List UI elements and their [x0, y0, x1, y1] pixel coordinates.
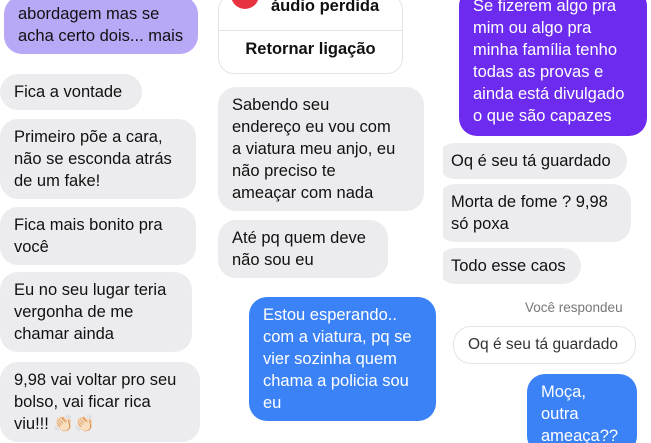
missed-call-title: áudio perdida [271, 0, 380, 15]
missed-call-card: áudio perdida Retornar ligação [218, 0, 403, 74]
received-message: Oq é seu tá guardado [443, 143, 627, 179]
reply-label: Você respondeu [525, 300, 623, 315]
received-message: Eu no seu lugar teria vergonha de me cha… [0, 272, 192, 352]
middle-chat-panel: áudio perdida Retornar ligação Sabendo s… [208, 0, 441, 443]
missed-call-header: áudio perdida [219, 0, 402, 31]
left-chat-panel: abordagem mas se acha certo dois... mais… [0, 0, 205, 443]
sent-message-partial: abordagem mas se acha certo dois... mais [4, 0, 198, 54]
received-message: Até pq quem deve não sou eu [218, 220, 388, 278]
received-message: Morta de fome ? 9,98 só poxa [443, 184, 631, 242]
received-message: Primeiro põe a cara, não se esconda atrá… [0, 119, 196, 199]
received-message: 9,98 vai voltar pro seu bolso, vai ficar… [0, 362, 200, 442]
return-call-button[interactable]: Retornar ligação [219, 31, 402, 67]
received-message: Fica a vontade [0, 74, 142, 110]
sent-message: Moça, outra ameaça?? [527, 374, 637, 443]
received-message: Sabendo seu endereço eu vou com a viatur… [218, 87, 424, 211]
right-chat-panel: Se fizerem algo pra mim ou algo pra minh… [443, 0, 651, 443]
sent-message-partial: Se fizerem algo pra mim ou algo pra minh… [459, 0, 647, 136]
reply-quote: Oq é seu tá guardado [453, 326, 636, 364]
received-message: Todo esse caos [443, 248, 581, 284]
sent-message: Estou esperando.. com a viatura, pq se v… [249, 297, 436, 421]
received-message: Fica mais bonito pra você [0, 207, 196, 265]
missed-call-icon [231, 0, 259, 9]
